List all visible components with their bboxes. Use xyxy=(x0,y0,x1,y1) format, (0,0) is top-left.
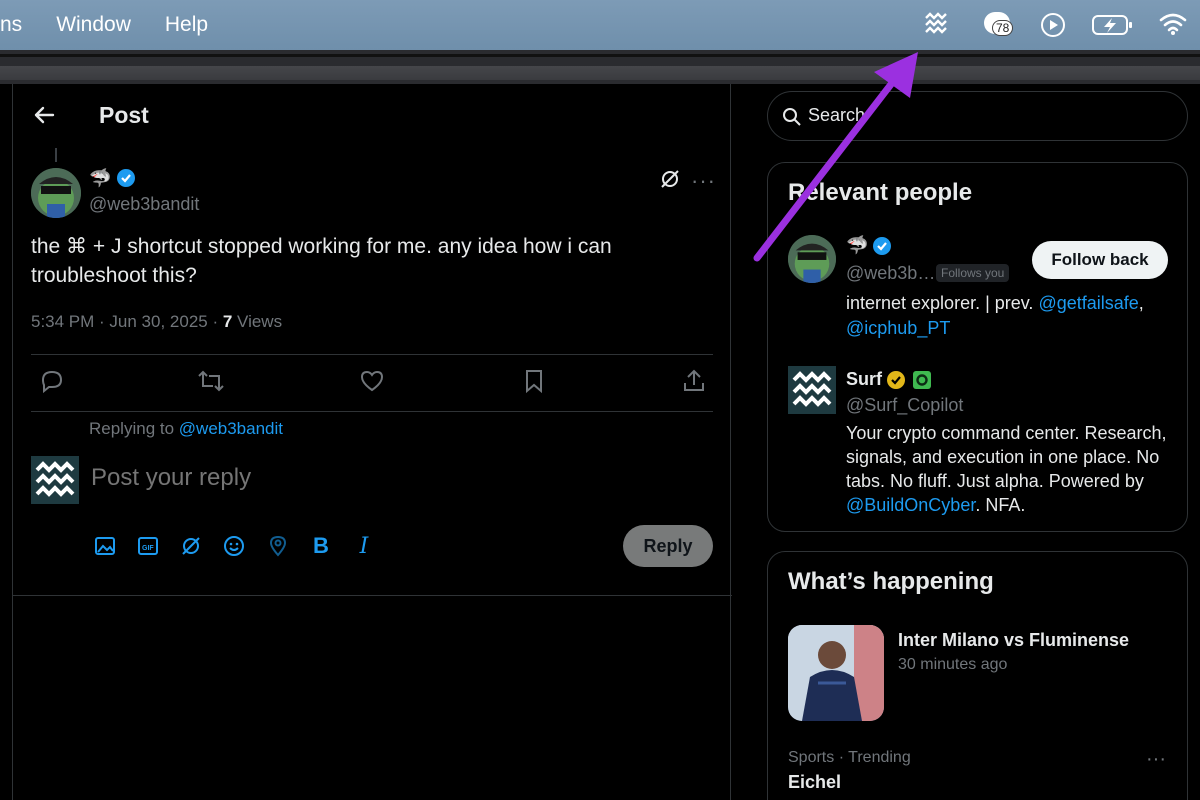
cloud-badge-icon[interactable]: 78 xyxy=(984,10,1016,40)
bio-separator: , xyxy=(1138,293,1144,313)
grok-icon[interactable] xyxy=(179,534,203,558)
bio-link-getfailsafe[interactable]: @getfailsafe xyxy=(1038,293,1138,313)
person1-bio: internet explorer. | prev. @getfailsafe,… xyxy=(846,291,1176,341)
gold-verified-icon xyxy=(886,370,906,395)
location-icon[interactable] xyxy=(266,534,290,558)
replying-to: Replying to @web3bandit xyxy=(89,419,283,439)
person1-avatar[interactable] xyxy=(788,235,836,283)
divider xyxy=(13,595,732,596)
wifi-icon[interactable] xyxy=(1158,12,1188,36)
divider xyxy=(31,411,713,412)
macos-menu-bar: ns Window Help 78 xyxy=(0,0,1200,50)
bio-link-icphub[interactable]: @icphub_PT xyxy=(846,318,950,338)
affiliate-badge-icon xyxy=(912,370,932,395)
author-handle[interactable]: @web3bandit xyxy=(89,194,199,215)
grok-icon[interactable] xyxy=(659,168,681,195)
bio-link-buildoncyber[interactable]: @BuildOnCyber xyxy=(846,495,975,515)
follow-back-button[interactable]: Follow back xyxy=(1032,241,1168,279)
browser-toolbar-strip xyxy=(0,50,1200,84)
post-text: the ⌘ + J shortcut stopped working for m… xyxy=(31,235,612,287)
trend1-time: 30 minutes ago xyxy=(898,656,1008,673)
emoji-icon[interactable] xyxy=(222,534,246,558)
share-icon[interactable] xyxy=(681,368,707,399)
relevant-people-card: Relevant people 🦈 @web3b… Follows you Fo… xyxy=(767,162,1188,532)
verified-badge-icon xyxy=(116,168,136,193)
relevant-people-title: Relevant people xyxy=(788,179,973,206)
page-title: Post xyxy=(99,102,149,128)
battery-icon[interactable] xyxy=(1092,13,1134,37)
follows-you-badge: Follows you xyxy=(936,264,1010,282)
search-box[interactable] xyxy=(767,91,1188,141)
reply-button[interactable]: Reply xyxy=(623,525,713,567)
repost-icon[interactable] xyxy=(197,368,225,399)
back-arrow-icon[interactable] xyxy=(31,102,57,128)
post-meta: 5:34 PM · Jun 30, 2025 · 7 Views xyxy=(31,312,282,332)
bold-icon[interactable]: B xyxy=(309,533,333,558)
verified-badge-icon xyxy=(872,236,892,261)
trend2-category: Sports · Trending xyxy=(788,749,911,766)
more-options-icon[interactable]: ··· xyxy=(691,168,716,194)
search-input[interactable] xyxy=(808,105,1168,126)
whats-happening-card: What’s happening Inter Milano vs Flumine… xyxy=(767,551,1188,800)
image-icon[interactable] xyxy=(93,534,117,558)
trend2-more-icon[interactable]: ··· xyxy=(1146,748,1166,771)
whats-happening-title: What’s happening xyxy=(788,568,994,595)
person1-bio-text: internet explorer. | prev. xyxy=(846,293,1039,313)
surf-avatar[interactable] xyxy=(788,366,836,414)
menu-item-window[interactable]: Window xyxy=(56,13,131,37)
menu-item-ns[interactable]: ns xyxy=(0,13,22,37)
italic-icon[interactable]: I xyxy=(352,534,376,559)
views-label: Views xyxy=(232,312,283,331)
author-avatar[interactable] xyxy=(31,168,81,218)
post-column: Post 🦈 @web3bandit ··· the ⌘ + J shortcu… xyxy=(12,84,732,800)
search-icon xyxy=(782,107,802,132)
surf-name[interactable]: Surf xyxy=(846,369,882,390)
thread-line xyxy=(55,148,57,162)
post-timestamp[interactable]: 5:34 PM · Jun 30, 2025 · xyxy=(31,312,223,331)
reply-icon[interactable] xyxy=(39,368,65,399)
gif-icon[interactable]: GIF xyxy=(136,534,160,558)
notification-count: 78 xyxy=(992,20,1014,36)
replying-to-label: Replying to xyxy=(89,419,179,438)
svg-text:GIF: GIF xyxy=(142,545,154,552)
bookmark-icon[interactable] xyxy=(521,368,547,399)
menu-item-help[interactable]: Help xyxy=(165,13,208,37)
like-icon[interactable] xyxy=(359,368,385,399)
surf-menubar-icon[interactable] xyxy=(924,11,950,37)
reply-input[interactable] xyxy=(91,464,611,492)
trend2-title[interactable]: Eichel xyxy=(788,772,841,793)
person1-handle[interactable]: @web3b… xyxy=(846,263,935,284)
surf-bio-text: Your crypto command center. Research, si… xyxy=(846,423,1167,491)
current-user-avatar[interactable] xyxy=(31,456,79,504)
person1-emoji[interactable]: 🦈 xyxy=(846,235,868,256)
play-icon[interactable] xyxy=(1040,12,1066,38)
author-emoji[interactable]: 🦈 xyxy=(89,168,111,189)
views-count: 7 xyxy=(222,312,233,331)
trend-image[interactable] xyxy=(788,625,884,721)
post-actions xyxy=(31,368,713,398)
divider xyxy=(31,354,713,355)
surf-bio: Your crypto command center. Research, si… xyxy=(846,421,1176,517)
surf-bio-suffix: . NFA. xyxy=(975,495,1026,515)
trend1-title[interactable]: Inter Milano vs Fluminense xyxy=(898,630,1129,651)
surf-handle[interactable]: @Surf_Copilot xyxy=(846,395,963,416)
replying-to-handle[interactable]: @web3bandit xyxy=(179,419,283,438)
